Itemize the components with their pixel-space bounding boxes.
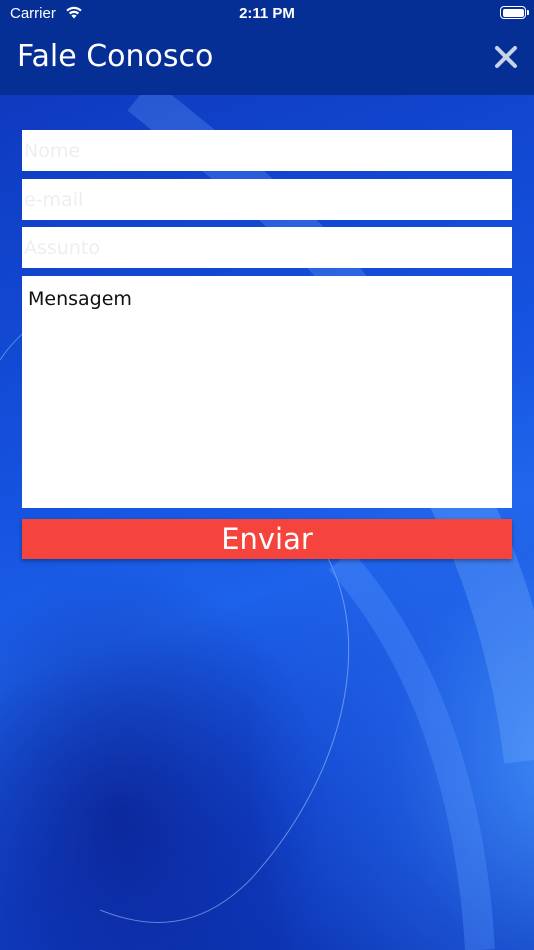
close-button[interactable] [490,41,522,73]
status-time: 2:11 PM [239,5,295,22]
subject-input[interactable] [22,227,512,268]
status-bar: Carrier 2:11 PM [0,0,534,28]
navigation-bar: Fale Conosco [0,28,534,95]
page-title: Fale Conosco [17,39,214,74]
send-button[interactable]: Enviar [22,519,512,559]
email-input[interactable] [22,179,512,220]
battery-icon [500,6,529,19]
message-textarea[interactable] [22,276,512,508]
name-input[interactable] [22,130,512,171]
battery-level [502,8,524,17]
close-icon [495,46,517,68]
